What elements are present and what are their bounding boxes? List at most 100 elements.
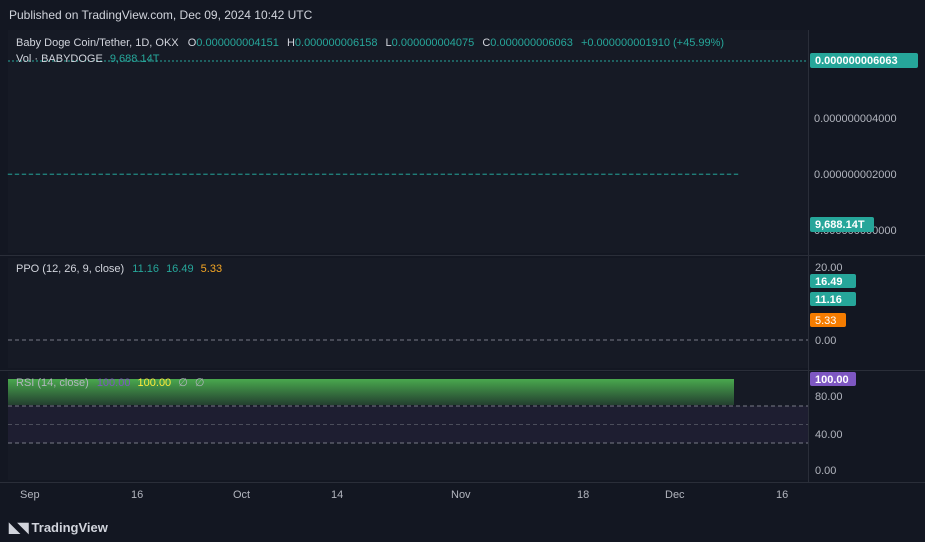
time-tick-18: 18 bbox=[577, 489, 589, 501]
time-tick-16b: 16 bbox=[776, 489, 788, 501]
candle-body bbox=[615, 173, 620, 175]
candle-body bbox=[182, 173, 187, 175]
ppo-pane[interactable] bbox=[8, 258, 808, 368]
candle-body bbox=[63, 173, 69, 175]
candle-body bbox=[203, 173, 208, 175]
candle-body bbox=[112, 173, 117, 175]
candle-body bbox=[712, 173, 718, 175]
ppo-tick-0: 0.00 bbox=[815, 335, 836, 347]
ppo-tag-b-text: 11.16 bbox=[815, 294, 842, 306]
time-tick-sep: Sep bbox=[20, 489, 40, 501]
candle-body bbox=[587, 173, 592, 175]
candle-body bbox=[168, 173, 173, 175]
rsi-tick-0: 0.00 bbox=[815, 465, 836, 477]
change-value: +0.000000001910 (+45.99%) bbox=[581, 37, 724, 49]
high-label: H bbox=[287, 37, 295, 49]
candle-body bbox=[468, 173, 473, 175]
candle-body bbox=[266, 173, 271, 175]
candle-body bbox=[307, 173, 313, 175]
candle-body bbox=[126, 173, 131, 175]
candle-body bbox=[636, 173, 641, 175]
candle-body bbox=[608, 173, 613, 175]
rsi-legend-v1: 100.00 bbox=[97, 377, 131, 389]
candle-body bbox=[377, 173, 383, 175]
candle-body bbox=[643, 173, 648, 175]
candle-body bbox=[719, 173, 725, 175]
candle-body bbox=[321, 173, 327, 175]
candle-body bbox=[356, 173, 362, 175]
candle-body bbox=[224, 173, 229, 175]
tradingview-logo[interactable]: ◣◥ TradingView bbox=[9, 519, 108, 536]
candle-body bbox=[273, 173, 278, 175]
candle-body bbox=[14, 173, 20, 175]
tradingview-logo-icon: ◣◥ bbox=[9, 519, 28, 535]
candle-body bbox=[684, 173, 690, 175]
candle-body bbox=[440, 173, 446, 175]
rsi-tick-80: 80.00 bbox=[815, 391, 843, 403]
candle-body bbox=[510, 173, 515, 175]
rsi-tick-40: 40.00 bbox=[815, 429, 843, 441]
candle-body bbox=[370, 173, 376, 175]
open-value: 0.000000004151 bbox=[196, 37, 279, 49]
time-tick-nov: Nov bbox=[451, 489, 471, 501]
price-tick-1: 0.000000004000 bbox=[814, 113, 897, 125]
chart-canvas[interactable]: Baby Doge Coin/Tether, 1D, OKX O0.000000… bbox=[0, 0, 925, 542]
ppo-legend[interactable]: PPO (12, 26, 9, close) 11.16 16.49 5.33 bbox=[16, 263, 222, 275]
candle-body bbox=[328, 173, 334, 175]
candle-body bbox=[105, 173, 110, 175]
candle-body bbox=[35, 173, 41, 175]
ppo-tag-a-text: 16.49 bbox=[815, 276, 843, 288]
candle-body bbox=[252, 173, 257, 175]
candle-body bbox=[91, 173, 96, 175]
candle-body bbox=[119, 173, 124, 175]
candle-body bbox=[538, 173, 543, 175]
candle-body bbox=[650, 173, 655, 175]
candle-body bbox=[398, 173, 404, 175]
time-tick-16: 16 bbox=[131, 489, 143, 501]
candle-body bbox=[412, 173, 418, 175]
candle-body bbox=[280, 173, 285, 175]
price-tick-2: 0.000000002000 bbox=[814, 169, 897, 181]
candle-body bbox=[154, 173, 159, 175]
candle-body bbox=[691, 173, 697, 175]
ppo-legend-v2: 16.49 bbox=[166, 263, 194, 275]
rsi-legend-v4: ∅ bbox=[195, 377, 205, 389]
candle-body bbox=[231, 173, 236, 175]
candle-body bbox=[524, 173, 529, 175]
candle-body bbox=[300, 173, 306, 175]
candle-body bbox=[238, 173, 243, 175]
ppo-legend-v3: 5.33 bbox=[201, 263, 222, 275]
last-price-text: 0.000000006063 bbox=[815, 55, 898, 67]
candle-body bbox=[726, 173, 732, 175]
candle-body bbox=[196, 173, 201, 175]
candle-body bbox=[7, 173, 13, 175]
symbol-legend[interactable]: Baby Doge Coin/Tether, 1D, OKX O0.000000… bbox=[16, 37, 724, 49]
candle-body bbox=[622, 173, 627, 175]
volume-legend[interactable]: Vol · BABYDOGE 9,688.14T bbox=[16, 53, 160, 65]
rsi-legend-v3: ∅ bbox=[178, 377, 188, 389]
close-value: 0.000000006063 bbox=[490, 37, 573, 49]
volume-tag-text: 9,688.14T bbox=[815, 219, 865, 231]
candle-body bbox=[426, 173, 432, 175]
candle-body bbox=[21, 173, 27, 175]
candle-body bbox=[566, 173, 571, 175]
candle-body bbox=[28, 173, 34, 175]
candle-body bbox=[84, 173, 89, 175]
candle-body bbox=[56, 173, 62, 175]
candle-body bbox=[49, 173, 55, 175]
candle-body bbox=[580, 173, 585, 175]
ppo-legend-v1: 11.16 bbox=[132, 263, 159, 275]
candle-body bbox=[217, 173, 222, 175]
ppo-title: PPO (12, 26, 9, close) bbox=[16, 263, 124, 275]
candle-body bbox=[705, 173, 711, 175]
candle-body bbox=[42, 173, 48, 175]
candle-body bbox=[601, 173, 606, 175]
ppo-tag-c-text: 5.33 bbox=[815, 315, 836, 327]
candle-body bbox=[294, 173, 299, 175]
candle-body bbox=[677, 173, 683, 175]
candle-body bbox=[384, 173, 390, 175]
rsi-legend-v2: 100.00 bbox=[138, 377, 172, 389]
candle-body bbox=[245, 173, 250, 175]
candle-body bbox=[482, 173, 487, 175]
candle-body bbox=[698, 173, 704, 175]
